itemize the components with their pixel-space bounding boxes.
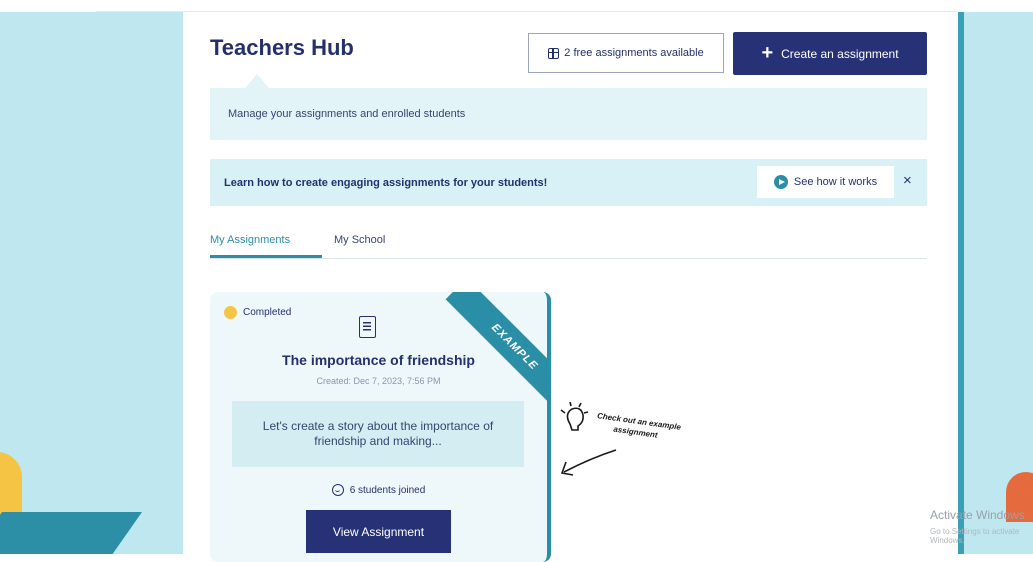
manage-info-panel: Manage your assignments and enrolled stu… <box>210 88 927 140</box>
tab-my-school[interactable]: My School <box>334 234 385 246</box>
see-how-it-works-label: See how it works <box>793 176 878 188</box>
view-assignment-label: View Assignment <box>332 524 425 539</box>
active-tab-indicator <box>210 255 322 258</box>
create-assignment-button[interactable]: + Create an assignment <box>733 32 927 75</box>
card-title: The importance of friendship <box>282 352 475 368</box>
learn-banner: Learn how to create engaging assignments… <box>210 159 927 206</box>
free-assignments-badge: 2 free assignments available <box>528 33 724 73</box>
tab-my-assignments[interactable]: My Assignments <box>210 234 290 246</box>
manage-text: Manage your assignments and enrolled stu… <box>228 108 466 120</box>
students-joined: 6 students joined <box>210 484 547 496</box>
card-created-date: Created: Dec 7, 2023, 7:56 PM <box>316 376 441 386</box>
activate-windows-subtext: Go to Settings to activate Windows. <box>930 527 1020 545</box>
play-icon <box>773 175 788 189</box>
activate-windows-watermark: Activate Windows <box>930 508 1025 522</box>
left-background-panel <box>0 12 183 554</box>
create-assignment-label: Create an assignment <box>781 46 899 61</box>
plus-icon: + <box>761 41 774 64</box>
status-label: Completed <box>243 307 292 318</box>
decorative-teal-edge <box>958 12 964 554</box>
learn-banner-text: Learn how to create engaging assignments… <box>224 176 548 189</box>
free-assignments-label: 2 free assignments available <box>564 47 704 59</box>
example-hint: Check out an example assignment <box>556 400 696 490</box>
gift-icon <box>548 47 560 59</box>
assignment-card[interactable]: Completed EXAMPLE The importance of frie… <box>210 292 551 562</box>
card-description: Let's create a story about the importanc… <box>232 401 524 467</box>
status-dot-icon <box>224 306 237 319</box>
assignment-tabs: My Assignments My School <box>210 228 927 259</box>
arrow-icon <box>560 449 617 476</box>
close-icon[interactable]: × <box>903 172 912 189</box>
document-icon <box>359 316 376 338</box>
decorative-teal-shape <box>0 512 143 554</box>
status-badge: Completed <box>224 306 291 319</box>
title-pointer <box>245 74 269 88</box>
page-title: Teachers Hub <box>210 35 354 60</box>
students-joined-label: 6 students joined <box>349 484 426 496</box>
smiley-icon <box>331 484 344 496</box>
lightbulb-icon <box>560 401 589 431</box>
view-assignment-button[interactable]: View Assignment <box>306 510 451 553</box>
card-description-text: Let's create a story about the importanc… <box>262 419 494 448</box>
top-divider <box>96 11 958 12</box>
see-how-it-works-button[interactable]: See how it works <box>757 166 894 198</box>
right-background-panel <box>958 12 1033 554</box>
